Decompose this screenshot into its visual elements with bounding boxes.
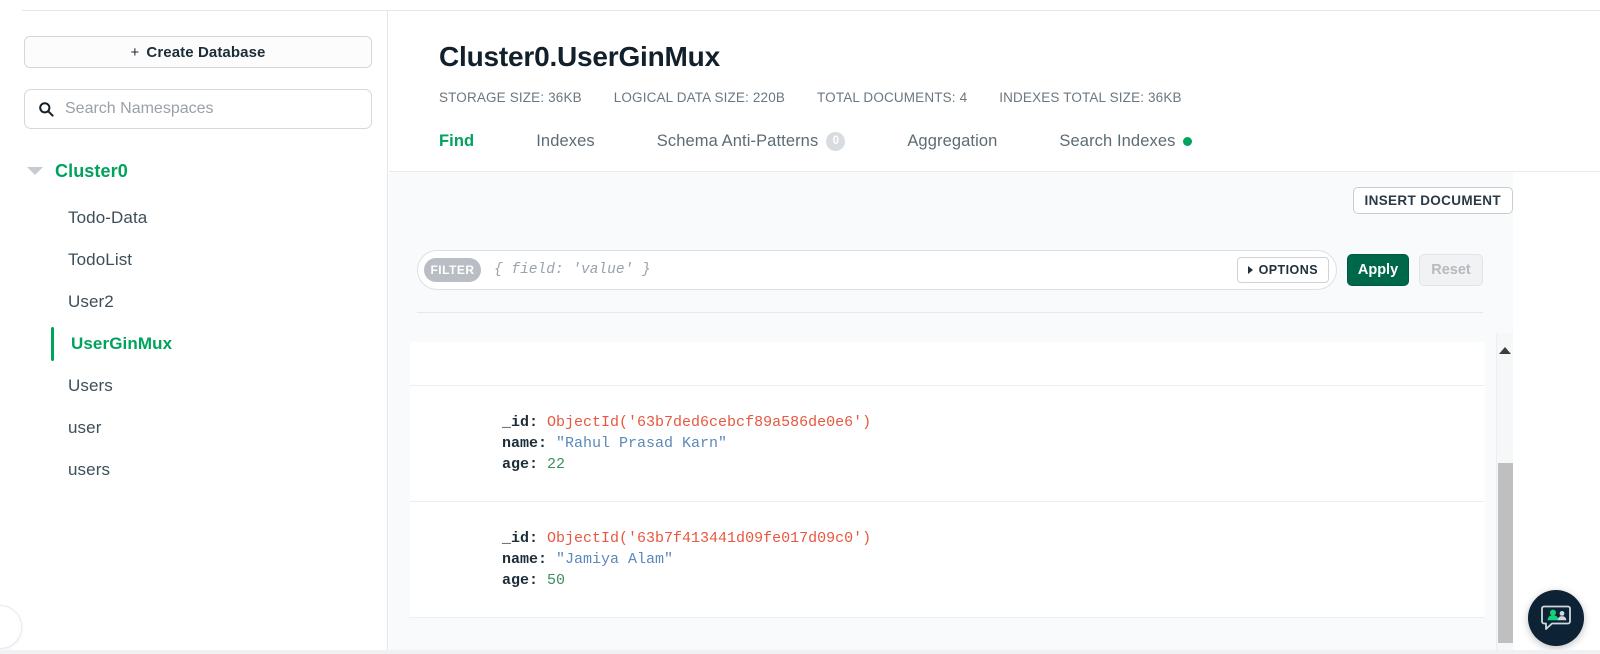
status-dot-icon: [1183, 136, 1193, 146]
apply-button[interactable]: Apply: [1347, 254, 1409, 286]
field-value: ObjectId('63b7ded6cebcf89a586de0e6'): [547, 414, 872, 431]
namespace-list: Todo-Data TodoList User2 UserGinMux User…: [24, 197, 363, 491]
document-field-id: _id: ObjectId('63b7f413441d09fe017d09c0'…: [502, 528, 1485, 549]
find-panel: INSERT DOCUMENT FILTER OPTIONS Apply Res…: [389, 172, 1513, 654]
list-item-label: TodoList: [68, 250, 133, 269]
sidebar-item-todolist[interactable]: TodoList: [24, 239, 363, 281]
field-key: name:: [502, 551, 548, 568]
stat-logical-data-size: LOGICAL DATA SIZE: 220B: [613, 90, 786, 105]
collection-stats: STORAGE SIZE: 36KB LOGICAL DATA SIZE: 22…: [439, 90, 1600, 105]
tab-label: Indexes: [536, 131, 595, 150]
insert-document-row: INSERT DOCUMENT: [1352, 187, 1513, 214]
filter-label-pill[interactable]: FILTER: [424, 258, 481, 282]
bottom-divider: [0, 650, 1600, 654]
filter-input[interactable]: [494, 262, 1237, 278]
query-bar: FILTER OPTIONS Apply Reset: [417, 250, 1483, 290]
tab-label: Search Indexes: [1059, 131, 1176, 150]
list-item-label: users: [68, 460, 111, 479]
sidebar-item-users[interactable]: users: [24, 449, 363, 491]
field-key: age:: [502, 572, 539, 589]
table-row[interactable]: _id: ObjectId('63b7ded6cebcf89a586de0e6'…: [410, 386, 1485, 502]
stat-indexes-total-size: INDEXES TOTAL SIZE: 36KB: [999, 90, 1182, 105]
tab-search-indexes[interactable]: Search Indexes: [1059, 131, 1193, 151]
field-key: name:: [502, 435, 548, 452]
namespace-sidebar: + Create Database Cluster0 Todo-Data Tod…: [0, 11, 388, 654]
insert-document-button[interactable]: INSERT DOCUMENT: [1352, 187, 1513, 214]
document-field-id: _id: ObjectId('63b7ded6cebcf89a586de0e6'…: [502, 412, 1485, 433]
support-chat-button[interactable]: [1528, 590, 1584, 646]
cluster-toggle-row[interactable]: Cluster0: [24, 159, 363, 183]
search-icon: [39, 102, 54, 117]
reset-button[interactable]: Reset: [1419, 254, 1483, 286]
query-options-button[interactable]: OPTIONS: [1236, 257, 1329, 283]
documents-scrollbar[interactable]: [1496, 333, 1513, 654]
list-item-label: Todo-Data: [68, 208, 148, 227]
sidebar-item-user2[interactable]: User2: [24, 281, 363, 323]
cluster-name-label: Cluster0: [55, 160, 128, 181]
documents-divider: [417, 312, 1483, 313]
list-item-label: UserGinMux: [71, 334, 173, 353]
stat-total-documents: TOTAL DOCUMENTS: 4: [817, 90, 968, 105]
tab-aggregation[interactable]: Aggregation: [907, 132, 997, 151]
stat-storage-size: STORAGE SIZE: 36KB: [439, 90, 582, 105]
field-value: 22: [547, 456, 566, 473]
page-title: Cluster0.UserGinMux: [439, 41, 720, 72]
field-key: _id:: [502, 530, 539, 547]
tab-indexes[interactable]: Indexes: [536, 132, 595, 151]
options-label: OPTIONS: [1258, 263, 1318, 277]
field-value: "Rahul Prasad Karn": [556, 435, 728, 452]
collection-main: Cluster0.UserGinMux STORAGE SIZE: 36KB L…: [389, 11, 1600, 654]
document-field-name: name: "Jamiya Alam": [502, 549, 1485, 570]
scrollbar-thumb[interactable]: [1498, 463, 1513, 643]
atlas-collection-page: + Create Database Cluster0 Todo-Data Tod…: [0, 0, 1600, 654]
table-row[interactable]: _id: ObjectId('63b7f413441d09fe017d09c0'…: [410, 502, 1485, 618]
sidebar-collapse-button[interactable]: [0, 605, 22, 649]
plus-icon: +: [130, 43, 140, 61]
list-item-label: User2: [68, 292, 114, 311]
create-database-button[interactable]: + Create Database: [24, 36, 372, 68]
tab-label: Aggregation: [907, 131, 998, 150]
document-field-name: name: "Rahul Prasad Karn": [502, 433, 1485, 454]
list-item-label: user: [68, 418, 102, 437]
tab-label: Schema Anti-Patterns: [656, 131, 819, 150]
tab-label: Find: [439, 131, 475, 150]
sidebar-item-usergintmux[interactable]: UserGinMux: [24, 323, 363, 365]
field-value: 50: [547, 572, 566, 589]
document-field-age: age: 50: [502, 570, 1485, 591]
collection-tabs: Find Indexes Schema Anti-Patterns 0 Aggr…: [439, 126, 1600, 156]
field-value: "Jamiya Alam": [556, 551, 674, 568]
chat-people-icon: [1541, 605, 1571, 630]
search-namespaces-field[interactable]: [24, 89, 372, 129]
document-list-top-spacer: [410, 342, 1485, 386]
sidebar-item-todo-data[interactable]: Todo-Data: [24, 197, 363, 239]
document-field-age: age: 22: [502, 454, 1485, 475]
list-item-label: Users: [68, 376, 113, 395]
filter-bar[interactable]: FILTER OPTIONS: [417, 250, 1337, 290]
search-input[interactable]: [65, 100, 345, 118]
field-key: _id:: [502, 414, 539, 431]
chevron-down-icon[interactable]: [27, 167, 43, 175]
anti-patterns-count-badge: 0: [826, 131, 846, 151]
field-key: age:: [502, 456, 539, 473]
caret-right-icon: [1247, 266, 1253, 274]
sidebar-item-users-cap[interactable]: Users: [24, 365, 363, 407]
scroll-up-arrow-icon[interactable]: [1499, 347, 1511, 354]
field-value: ObjectId('63b7f413441d09fe017d09c0'): [547, 530, 872, 547]
sidebar-item-user[interactable]: user: [24, 407, 363, 449]
tab-find[interactable]: Find: [439, 132, 474, 151]
document-list: _id: ObjectId('63b7ded6cebcf89a586de0e6'…: [410, 342, 1485, 654]
tab-schema-anti-patterns[interactable]: Schema Anti-Patterns 0: [656, 131, 846, 151]
create-database-label: Create Database: [146, 43, 266, 61]
